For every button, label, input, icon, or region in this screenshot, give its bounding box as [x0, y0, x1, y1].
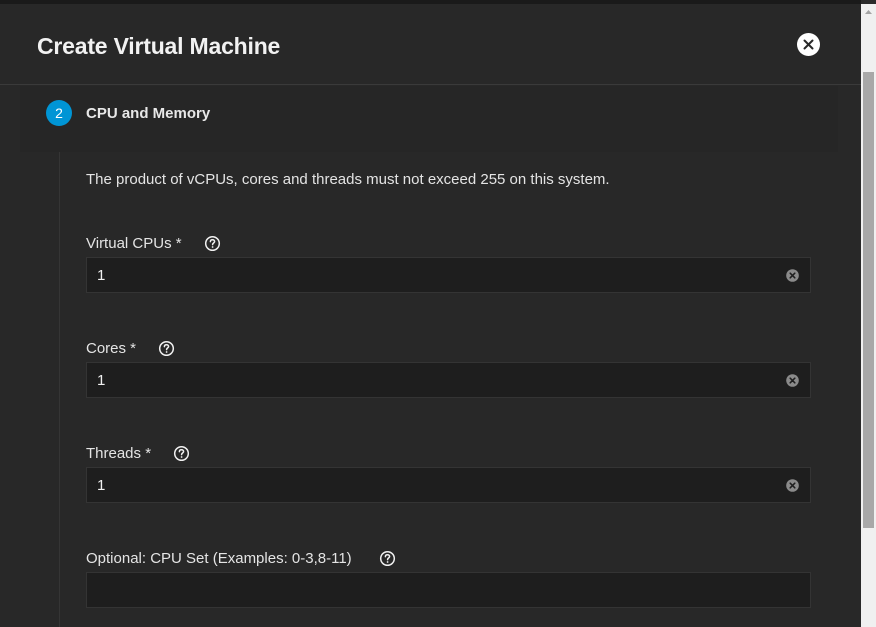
- clear-circle-icon[interactable]: [786, 269, 799, 282]
- clear-circle-icon[interactable]: [786, 479, 799, 492]
- vcpus-input[interactable]: [97, 258, 777, 292]
- cores-input[interactable]: [97, 363, 777, 397]
- dialog-header: Create Virtual Machine: [0, 4, 861, 84]
- help-circle-icon[interactable]: [204, 235, 221, 252]
- help-circle-icon[interactable]: [173, 445, 190, 462]
- vertical-scrollbar[interactable]: [861, 4, 876, 627]
- cpu-set-input[interactable]: [97, 573, 777, 607]
- help-circle-icon[interactable]: [158, 340, 175, 357]
- close-icon: [803, 39, 814, 50]
- dialog-title: Create Virtual Machine: [37, 33, 281, 59]
- cores-field[interactable]: [86, 362, 811, 398]
- vcpus-field[interactable]: [86, 257, 811, 293]
- create-vm-dialog: Create Virtual Machine 2 CPU and Memory …: [0, 4, 861, 627]
- cpu-set-field[interactable]: [86, 572, 811, 608]
- help-circle-icon[interactable]: [379, 550, 396, 567]
- threads-label-row: Threads *: [86, 443, 190, 463]
- threads-input[interactable]: [97, 468, 777, 502]
- cores-label-row: Cores *: [86, 338, 175, 358]
- scrollbar-thumb[interactable]: [863, 72, 874, 528]
- threads-field[interactable]: [86, 467, 811, 503]
- vcpus-label: Virtual CPUs *: [86, 234, 182, 252]
- page: Create Virtual Machine 2 CPU and Memory …: [0, 0, 876, 627]
- scroll-up-arrow-icon[interactable]: [861, 4, 876, 19]
- stepper-vertical-line: [59, 152, 60, 627]
- cpu-set-label: Optional: CPU Set (Examples: 0-3,8-11): [86, 549, 352, 567]
- step-number-badge: 2: [46, 100, 72, 126]
- stepper-step-cpu-memory[interactable]: 2 CPU and Memory: [20, 86, 838, 152]
- vcpus-label-row: Virtual CPUs *: [86, 233, 221, 253]
- close-button[interactable]: [797, 33, 820, 56]
- cpu-set-label-row: Optional: CPU Set (Examples: 0-3,8-11): [86, 548, 396, 568]
- cores-label: Cores *: [86, 339, 137, 357]
- header-divider: [0, 84, 861, 85]
- threads-label: Threads *: [86, 444, 152, 462]
- clear-circle-icon[interactable]: [786, 374, 799, 387]
- step-help-text: The product of vCPUs, cores and threads …: [86, 171, 610, 188]
- step-label: CPU and Memory: [86, 105, 211, 122]
